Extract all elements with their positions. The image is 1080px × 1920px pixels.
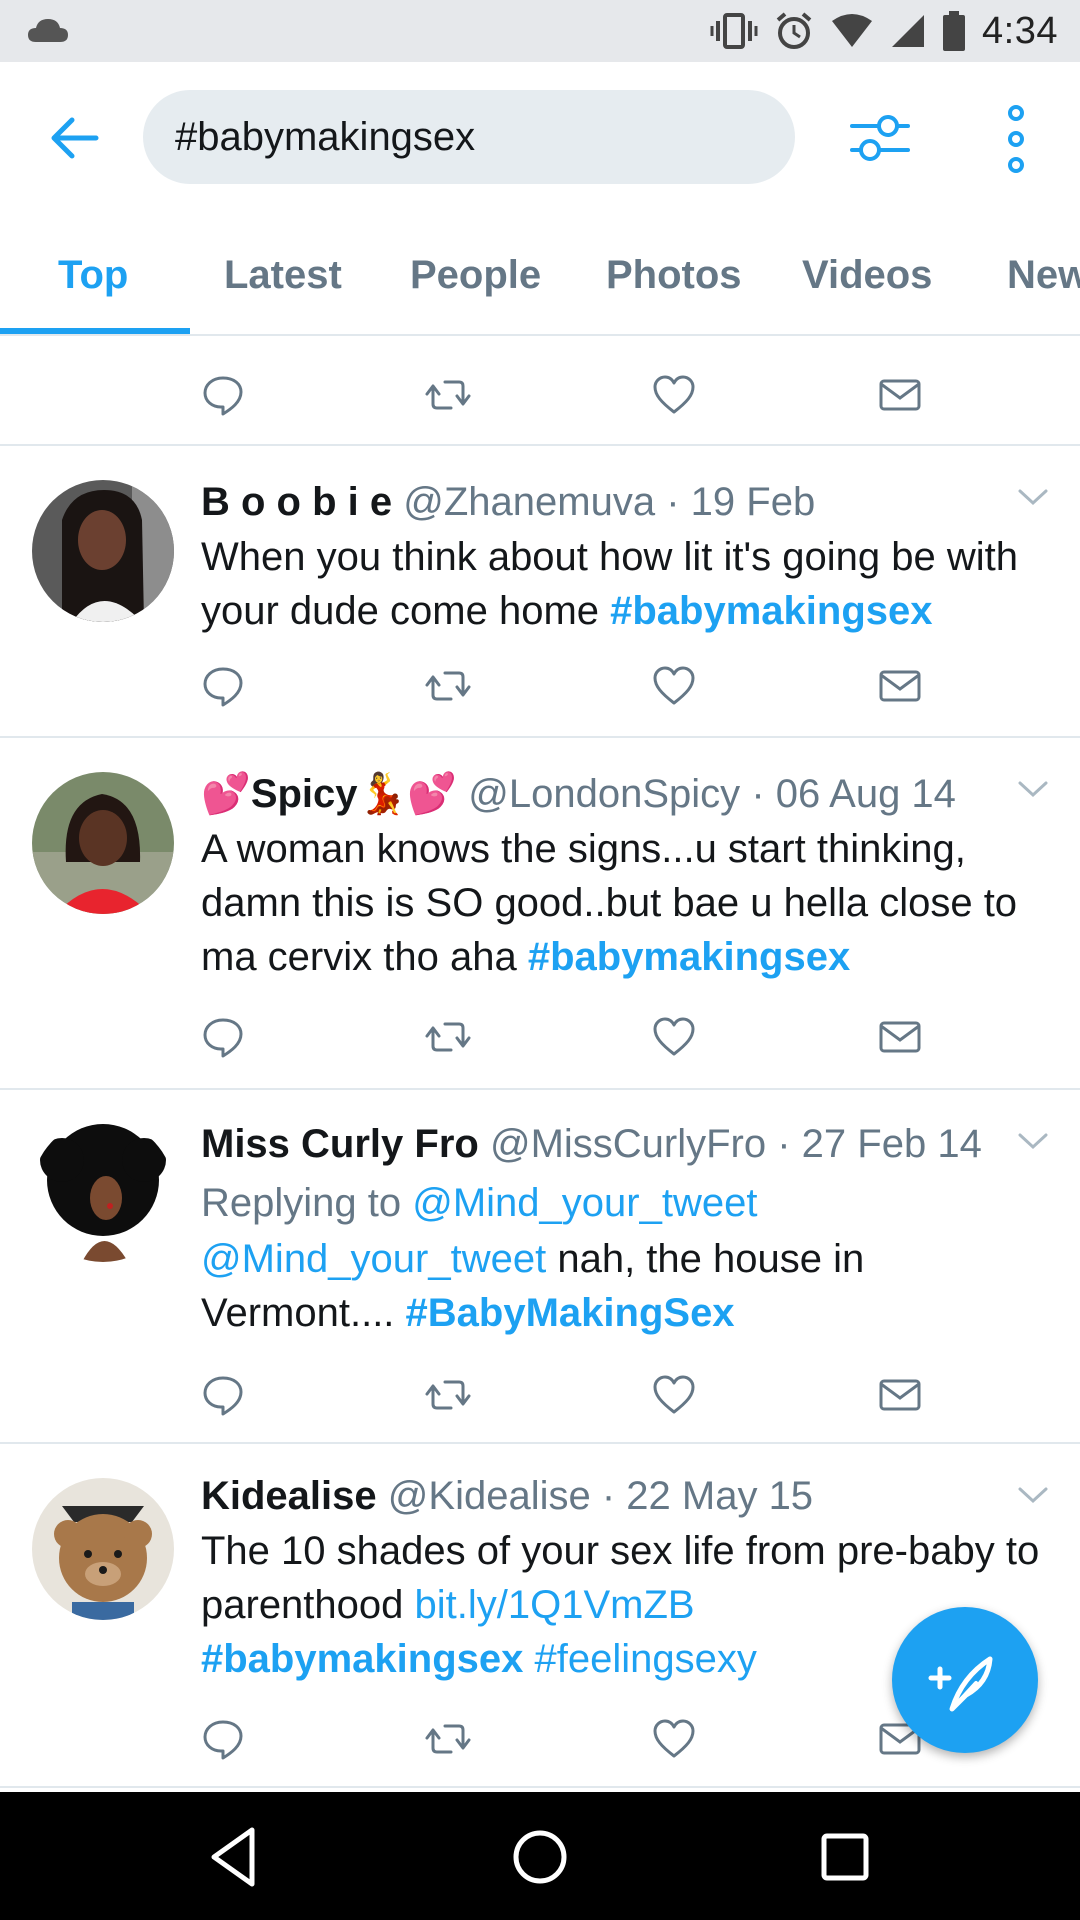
reply-icon[interactable] bbox=[200, 1372, 246, 1418]
search-filter-icon[interactable] bbox=[848, 106, 912, 170]
direct-message-icon[interactable] bbox=[877, 663, 923, 709]
signal-icon bbox=[892, 15, 925, 47]
tab-top[interactable]: Top bbox=[58, 210, 128, 334]
tweet-text: @Mind_your_tweet nah, the house in Vermo… bbox=[201, 1237, 865, 1335]
hashtag-link[interactable]: #babymakingsex bbox=[610, 589, 932, 633]
dancer-emoji: 💃 bbox=[357, 772, 408, 816]
display-name[interactable]: B o o b i e bbox=[201, 480, 392, 524]
search-input[interactable] bbox=[143, 90, 795, 184]
tab-latest[interactable]: Latest bbox=[224, 210, 342, 334]
reply-icon[interactable] bbox=[200, 1014, 246, 1060]
tweet-date: · 22 May 15 bbox=[601, 1474, 814, 1518]
reply-mention-link[interactable]: @Mind_your_tweet bbox=[412, 1181, 757, 1225]
search-header bbox=[0, 62, 1080, 210]
alarm-icon bbox=[776, 12, 812, 49]
display-name[interactable]: Kidealise bbox=[201, 1474, 377, 1518]
avatar[interactable] bbox=[32, 772, 174, 914]
nav-back-icon[interactable] bbox=[200, 1822, 270, 1892]
status-bar: 4:34 bbox=[0, 0, 1080, 62]
retweet-icon[interactable] bbox=[425, 372, 471, 418]
url-link[interactable]: bit.ly/1Q1VmZB bbox=[415, 1583, 695, 1627]
status-time: 4:34 bbox=[982, 9, 1058, 52]
display-name[interactable]: Spicy bbox=[251, 772, 358, 816]
user-handle[interactable]: @LondonSpicy bbox=[468, 772, 740, 816]
tweet-date: · 27 Feb 14 bbox=[777, 1122, 982, 1166]
user-handle[interactable]: @MissCurlyFro bbox=[490, 1122, 766, 1166]
hashtag-link[interactable]: #BabyMakingSex bbox=[406, 1291, 735, 1335]
tweet-date: · 19 Feb bbox=[666, 480, 816, 524]
tweet-actions bbox=[200, 1014, 960, 1064]
heart-emoji: 💕 bbox=[201, 772, 251, 816]
avatar[interactable] bbox=[32, 1120, 174, 1262]
retweet-icon[interactable] bbox=[425, 1716, 471, 1762]
user-handle[interactable]: @Zhanemuva bbox=[403, 480, 655, 524]
tweet-item[interactable]: B o o b i e @Zhanemuva · 19 Feb When you… bbox=[0, 446, 1080, 738]
display-name[interactable]: Miss Curly Fro bbox=[201, 1122, 479, 1166]
like-icon[interactable] bbox=[651, 1716, 697, 1762]
tab-news[interactable]: New bbox=[1007, 210, 1080, 334]
direct-message-icon[interactable] bbox=[877, 1014, 923, 1060]
compose-feather-icon bbox=[928, 1656, 993, 1712]
nav-recents-icon[interactable] bbox=[810, 1822, 880, 1892]
like-icon[interactable] bbox=[651, 1372, 697, 1418]
tweet-date: · 06 Aug 14 bbox=[751, 772, 956, 816]
more-options-icon[interactable] bbox=[996, 104, 1036, 174]
chevron-down-icon[interactable] bbox=[1016, 778, 1050, 800]
heart-emoji: 💕 bbox=[407, 772, 458, 816]
active-tab-indicator bbox=[0, 328, 190, 334]
cloud-icon bbox=[28, 19, 68, 42]
system-nav-bar bbox=[0, 1792, 1080, 1920]
tweet-actions bbox=[200, 663, 960, 713]
tweet-item[interactable]: 💕Spicy💃💕 @LondonSpicy · 06 Aug 14 A woma… bbox=[0, 738, 1080, 1090]
reply-icon[interactable] bbox=[200, 372, 246, 418]
chevron-down-icon[interactable] bbox=[1016, 1484, 1050, 1506]
chevron-down-icon[interactable] bbox=[1016, 1130, 1050, 1152]
reply-icon[interactable] bbox=[200, 1716, 246, 1762]
reply-icon[interactable] bbox=[200, 663, 246, 709]
compose-tweet-button[interactable] bbox=[892, 1607, 1038, 1753]
retweet-icon[interactable] bbox=[425, 1014, 471, 1060]
nav-home-icon[interactable] bbox=[505, 1822, 575, 1892]
vibrate-icon bbox=[710, 13, 758, 49]
tweet-actions bbox=[200, 372, 960, 422]
retweet-icon[interactable] bbox=[425, 663, 471, 709]
mention-link[interactable]: @Mind_your_tweet bbox=[201, 1237, 546, 1281]
tweet-partial bbox=[0, 336, 1080, 446]
hashtag-link[interactable]: #feelingsexy bbox=[535, 1637, 757, 1681]
hashtag-link[interactable]: #babymakingsex bbox=[201, 1637, 523, 1681]
tab-people[interactable]: People bbox=[410, 210, 541, 334]
tweet-feed[interactable]: B o o b i e @Zhanemuva · 19 Feb When you… bbox=[0, 336, 1080, 1792]
tweet-text: When you think about how lit it's going … bbox=[201, 535, 1018, 633]
search-field[interactable] bbox=[143, 90, 795, 184]
tab-videos[interactable]: Videos bbox=[802, 210, 932, 334]
like-icon[interactable] bbox=[651, 663, 697, 709]
replying-to: Replying to @Mind_your_tweet bbox=[201, 1181, 758, 1225]
search-tabs: Top Latest People Photos Videos New bbox=[0, 210, 1080, 336]
tweet-text: A woman knows the signs...u start thinki… bbox=[201, 827, 1018, 979]
retweet-icon[interactable] bbox=[425, 1372, 471, 1418]
back-arrow-icon[interactable] bbox=[46, 110, 102, 166]
wifi-icon bbox=[832, 14, 873, 47]
direct-message-icon[interactable] bbox=[877, 372, 923, 418]
like-icon[interactable] bbox=[651, 372, 697, 418]
avatar[interactable] bbox=[32, 480, 174, 622]
tab-photos[interactable]: Photos bbox=[606, 210, 742, 334]
battery-icon bbox=[943, 11, 966, 51]
avatar[interactable] bbox=[32, 1478, 174, 1620]
tweet-actions bbox=[200, 1716, 960, 1766]
tweet-actions bbox=[200, 1372, 960, 1422]
tweet-item[interactable]: Miss Curly Fro @MissCurlyFro · 27 Feb 14… bbox=[0, 1090, 1080, 1444]
user-handle[interactable]: @Kidealise bbox=[388, 1474, 591, 1518]
direct-message-icon[interactable] bbox=[877, 1372, 923, 1418]
chevron-down-icon[interactable] bbox=[1016, 486, 1050, 508]
like-icon[interactable] bbox=[651, 1014, 697, 1060]
hashtag-link[interactable]: #babymakingsex bbox=[528, 935, 850, 979]
